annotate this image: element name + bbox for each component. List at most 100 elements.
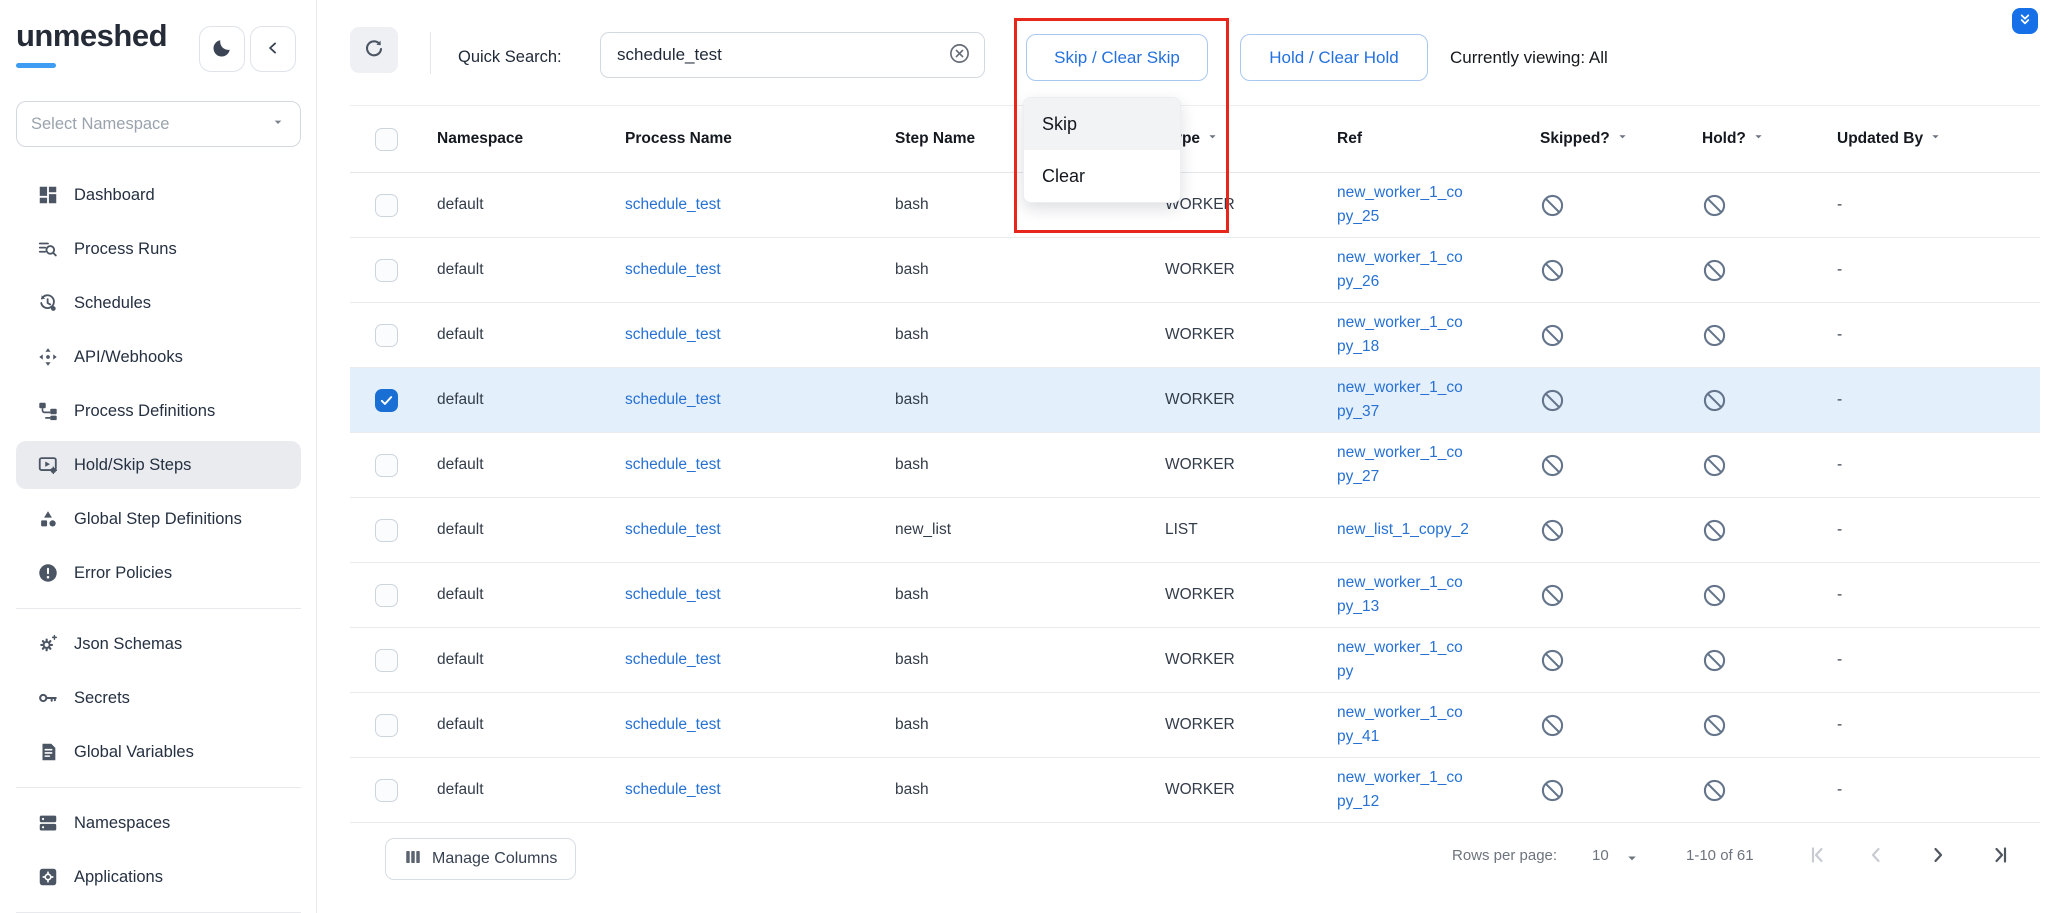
ref-link[interactable]: new_worker_1_copy_37: [1337, 376, 1469, 424]
ref-link[interactable]: new_worker_1_copy_18: [1337, 311, 1469, 359]
skip-clear-skip-button[interactable]: Skip / Clear Skip: [1026, 34, 1208, 81]
refresh-button[interactable]: [350, 27, 398, 73]
namespace-cell: default: [400, 433, 588, 498]
process-name-link[interactable]: schedule_test: [625, 391, 721, 408]
table-row: defaultschedule_testbashWORKERnew_worker…: [350, 628, 2040, 693]
ref-link[interactable]: new_worker_1_copy_12: [1337, 766, 1469, 814]
topbar-divider: [430, 32, 431, 74]
ref-link[interactable]: new_worker_1_copy_41: [1337, 701, 1469, 749]
type-cell: WORKER: [1128, 303, 1300, 368]
main-content: Quick Search: Skip / Clear Skip Hold / C…: [317, 0, 2048, 913]
sidebar-item-label: Secrets: [74, 689, 130, 708]
sidebar-item-label: Applications: [74, 868, 163, 887]
ref-cell: new_worker_1_copy_26: [1300, 238, 1503, 303]
skipped-cell: [1503, 303, 1665, 368]
ref-link[interactable]: new_worker_1_copy_13: [1337, 571, 1469, 619]
sidebar-item-applications[interactable]: Applications: [0, 850, 317, 904]
column-header-updated-by[interactable]: Updated By: [1800, 106, 2040, 173]
sidebar-item-schedules[interactable]: Schedules: [0, 276, 317, 330]
process-name-link[interactable]: schedule_test: [625, 261, 721, 278]
column-header-skipped-[interactable]: Skipped?: [1503, 106, 1665, 173]
ref-cell: new_worker_1_copy_13: [1300, 563, 1503, 628]
updated-by-cell: -: [1800, 693, 2040, 758]
row-checkbox[interactable]: [375, 389, 398, 412]
blocked-icon: [1540, 713, 1665, 738]
row-checkbox[interactable]: [375, 454, 398, 477]
sort-caret-icon[interactable]: [1928, 129, 1943, 149]
sidebar-item-api-webhooks[interactable]: API/Webhooks: [0, 330, 317, 384]
blocked-icon: [1540, 648, 1665, 673]
row-checkbox[interactable]: [375, 649, 398, 672]
dropdown-item-clear[interactable]: Clear: [1024, 150, 1180, 202]
sort-caret-icon[interactable]: [1751, 129, 1766, 149]
collapse-sidebar-button[interactable]: [250, 26, 296, 72]
manage-columns-button[interactable]: Manage Columns: [385, 838, 576, 880]
type-cell: WORKER: [1128, 433, 1300, 498]
row-checkbox[interactable]: [375, 779, 398, 802]
row-checkbox-cell: [350, 693, 400, 758]
namespace-select-placeholder: Select Namespace: [31, 115, 270, 134]
last-page-icon: [1988, 843, 2012, 870]
sort-caret-icon[interactable]: [1205, 129, 1220, 149]
clear-search-button[interactable]: [946, 42, 972, 68]
row-checkbox[interactable]: [375, 259, 398, 282]
sidebar-item-global-variables[interactable]: Global Variables: [0, 725, 317, 779]
process-name-link[interactable]: schedule_test: [625, 196, 721, 213]
column-header-label: Ref: [1337, 130, 1362, 147]
namespace-select[interactable]: Select Namespace: [16, 101, 301, 147]
blocked-icon: [1702, 388, 1800, 413]
process-name-link[interactable]: schedule_test: [625, 781, 721, 798]
ref-link[interactable]: new_worker_1_copy_27: [1337, 441, 1469, 489]
process-name-link[interactable]: schedule_test: [625, 521, 721, 538]
table-row: defaultschedule_testbashWORKERnew_worker…: [350, 563, 2040, 628]
process-name-link[interactable]: schedule_test: [625, 586, 721, 603]
quick-search-input[interactable]: [617, 45, 946, 65]
dark-mode-toggle[interactable]: [199, 26, 245, 72]
ref-link[interactable]: new_worker_1_copy: [1337, 636, 1469, 684]
chevron-left-icon: [263, 38, 283, 61]
select-all-checkbox[interactable]: [375, 128, 398, 151]
sidebar-item-dashboard[interactable]: Dashboard: [0, 168, 317, 222]
hold-clear-hold-button[interactable]: Hold / Clear Hold: [1240, 34, 1428, 81]
dropdown-item-skip[interactable]: Skip: [1024, 98, 1180, 150]
row-checkbox[interactable]: [375, 584, 398, 607]
sidebar-item-namespaces[interactable]: Namespaces: [0, 796, 317, 850]
process-name-link[interactable]: schedule_test: [625, 651, 721, 668]
rows-per-page-value[interactable]: 10: [1592, 847, 1609, 864]
scroll-down-badge-button[interactable]: [2012, 8, 2038, 34]
process-name-link[interactable]: schedule_test: [625, 716, 721, 733]
sidebar-item-label: Global Variables: [74, 743, 194, 762]
sidebar-item-process-runs[interactable]: Process Runs: [0, 222, 317, 276]
ref-cell: new_worker_1_copy_27: [1300, 433, 1503, 498]
ref-link[interactable]: new_worker_1_copy_26: [1337, 246, 1469, 294]
next-page-button[interactable]: [1918, 836, 1958, 876]
type-cell: WORKER: [1128, 238, 1300, 303]
row-checkbox[interactable]: [375, 324, 398, 347]
sidebar-item-secrets[interactable]: Secrets: [0, 671, 317, 725]
sidebar-item-label: Hold/Skip Steps: [74, 456, 191, 475]
sidebar-item-error-policies[interactable]: Error Policies: [0, 546, 317, 600]
sort-caret-icon[interactable]: [1615, 129, 1630, 149]
updated-by-cell: -: [1800, 498, 2040, 563]
sidebar-item-process-definitions[interactable]: Process Definitions: [0, 384, 317, 438]
table-row: defaultschedule_testbashWORKERnew_worker…: [350, 433, 2040, 498]
row-checkbox[interactable]: [375, 519, 398, 542]
sidebar-item-global-step-definitions[interactable]: Global Step Definitions: [0, 492, 317, 546]
row-checkbox[interactable]: [375, 194, 398, 217]
logo-underline: [16, 63, 56, 68]
ref-link[interactable]: new_worker_1_copy_25: [1337, 181, 1469, 229]
sidebar-item-hold-skip-steps[interactable]: Hold/Skip Steps: [16, 441, 301, 489]
last-page-button[interactable]: [1980, 836, 2020, 876]
previous-page-button[interactable]: [1856, 836, 1896, 876]
first-page-button[interactable]: [1798, 836, 1838, 876]
step-name-cell: bash: [858, 238, 1128, 303]
row-checkbox-cell: [350, 368, 400, 433]
rows-per-page-caret-icon[interactable]: [1623, 849, 1641, 872]
sidebar-item-label: Namespaces: [74, 814, 170, 833]
process-name-link[interactable]: schedule_test: [625, 326, 721, 343]
sidebar-item-json-schemas[interactable]: Json Schemas: [0, 617, 317, 671]
column-header-hold-[interactable]: Hold?: [1665, 106, 1800, 173]
ref-link[interactable]: new_list_1_copy_2: [1337, 518, 1469, 542]
row-checkbox[interactable]: [375, 714, 398, 737]
process-name-link[interactable]: schedule_test: [625, 456, 721, 473]
